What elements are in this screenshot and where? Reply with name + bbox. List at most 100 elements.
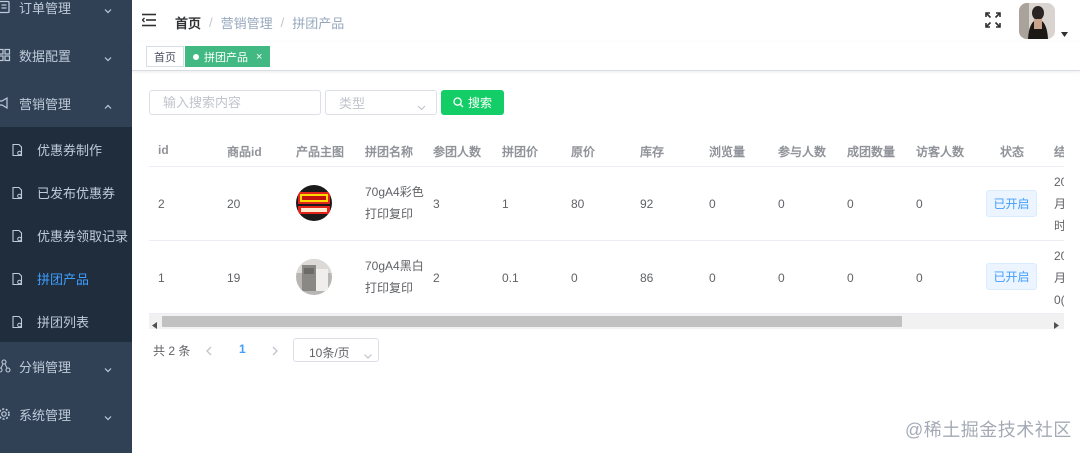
cell-end-time-line2: 月: [1054, 271, 1064, 285]
active-dot-icon: [193, 53, 199, 60]
table-row: 2 20 70gA4彩色 打印复印 3 1 80 92 0 0 0 0 已开启 …: [149, 167, 1064, 241]
chevron-down-icon: [364, 348, 372, 359]
cell-visitors: 0: [916, 271, 923, 285]
type-select[interactable]: 类型: [325, 90, 437, 115]
breadcrumb: 首页 / 营销管理 / 拼团产品: [175, 13, 344, 32]
table-row: 1 19 70gA4黑白 打印复印 2 0.1 0 86 0 0 0 0 已开启…: [149, 241, 1064, 314]
chevron-down-icon: [104, 410, 112, 421]
product-table: id 商品id 产品主图 拼团名称 参团人数 拼团价 原价 库存 浏览量 参与人…: [149, 131, 1064, 329]
sidebar-item-coupon-published[interactable]: 已发布优惠券: [0, 171, 132, 214]
cell-end-time-line1: 20: [1054, 175, 1064, 189]
sidebar-item-coupon-records[interactable]: 优惠券领取记录: [0, 214, 132, 257]
search-button-label: 搜索: [467, 96, 492, 110]
sidebar-item-label: 拼团列表: [37, 315, 90, 330]
close-icon[interactable]: ×: [256, 51, 262, 63]
chevron-down-icon: [104, 362, 112, 373]
caret-down-icon[interactable]: [1061, 26, 1068, 37]
sidebar-item-label: 营销管理: [19, 96, 72, 112]
sidebar-item-marketing[interactable]: 营销管理: [0, 79, 132, 127]
tag-label: 首页: [154, 51, 176, 64]
sidebar-item-data-config[interactable]: 数据配置: [0, 31, 132, 79]
sidebar-item-label: 优惠券制作: [37, 143, 103, 158]
breadcrumb-current: 拼团产品: [292, 16, 345, 31]
chevron-down-icon: [417, 100, 426, 111]
breadcrumb-separator: /: [280, 15, 285, 30]
column-header-groups-formed[interactable]: 成团数量: [847, 143, 895, 160]
sidebar-item-coupon-create[interactable]: 优惠券制作: [0, 128, 132, 171]
column-header-product-id[interactable]: 商品id: [227, 143, 262, 160]
column-header-end[interactable]: 结: [1054, 143, 1064, 160]
chevron-left-icon[interactable]: [205, 345, 213, 356]
column-header-participants[interactable]: 参与人数: [778, 143, 826, 160]
scroll-right-icon[interactable]: [1053, 318, 1059, 329]
type-select-placeholder: 类型: [339, 96, 366, 111]
page-size-select[interactable]: 10条/页: [293, 338, 379, 362]
column-header-group-name[interactable]: 拼团名称: [365, 143, 413, 160]
marketing-icon: [0, 96, 11, 110]
table-header: id 商品id 产品主图 拼团名称 参团人数 拼团价 原价 库存 浏览量 参与人…: [149, 131, 1064, 167]
sidebar-item-label: 数据配置: [19, 48, 72, 64]
breadcrumb-separator: /: [209, 15, 213, 30]
cell-views: 0: [709, 197, 716, 211]
cell-id: 2: [158, 197, 165, 211]
watermark: @稀土掘金技术社区: [905, 420, 1072, 440]
data-config-icon: [0, 48, 11, 62]
sidebar-item-distribution[interactable]: 分销管理: [0, 342, 132, 390]
search-button[interactable]: 搜索: [441, 90, 504, 115]
fullscreen-icon[interactable]: [985, 12, 1001, 28]
cell-participants: 0: [778, 271, 785, 285]
sidebar-item-label: 优惠券领取记录: [37, 229, 129, 244]
tag-group-products[interactable]: 拼团产品 ×: [185, 46, 271, 67]
sidebar-item-system[interactable]: 系统管理: [0, 390, 132, 438]
column-header-status[interactable]: 状态: [1000, 143, 1024, 160]
column-header-group-price[interactable]: 拼团价: [502, 143, 538, 160]
pagination-total: 共 2 条: [153, 344, 191, 358]
cell-views: 0: [709, 271, 716, 285]
status-badge: 已开启: [986, 263, 1037, 290]
cell-group-size: 3: [433, 197, 440, 211]
column-header-stock[interactable]: 库存: [640, 143, 664, 160]
column-header-views[interactable]: 浏览量: [709, 143, 745, 160]
hamburger-icon[interactable]: [141, 13, 158, 27]
column-header-visitors[interactable]: 访客人数: [916, 143, 964, 160]
sidebar-item-label: 系统管理: [19, 407, 72, 423]
document-icon: [10, 315, 24, 329]
horizontal-scrollbar[interactable]: [149, 314, 1064, 329]
cell-group-name: 70gA4彩色 打印复印: [365, 181, 424, 225]
cell-end-time-line1: 20: [1054, 249, 1064, 263]
cell-group-price: 0.1: [502, 271, 519, 285]
gear-icon: [0, 407, 11, 421]
sidebar-item-label: 已发布优惠券: [37, 186, 116, 201]
cell-group-price: 1: [502, 197, 509, 211]
search-input[interactable]: [149, 90, 321, 115]
cell-original-price: 0: [571, 271, 578, 285]
cell-visitors: 0: [916, 197, 923, 211]
cell-product-id: 19: [227, 271, 241, 285]
sidebar-item-label: 订单管理: [19, 0, 72, 16]
avatar[interactable]: [1019, 3, 1055, 39]
cell-original-price: 80: [571, 197, 585, 211]
marketing-submenu: 优惠券制作 已发布优惠券 优惠券领取记录 拼团产品 拼团列表: [0, 127, 132, 342]
document-icon: [10, 143, 24, 157]
chevron-down-icon: [104, 3, 112, 14]
column-header-group-size[interactable]: 参团人数: [433, 143, 481, 160]
column-header-original-price[interactable]: 原价: [571, 143, 595, 160]
cell-group-name-line1: 70gA4黑白: [365, 259, 424, 273]
chevron-up-icon: [104, 99, 112, 109]
product-image[interactable]: [296, 259, 332, 295]
chevron-right-icon[interactable]: [271, 345, 279, 356]
breadcrumb-home[interactable]: 首页: [175, 13, 201, 32]
pagination-page-1[interactable]: 1: [239, 342, 246, 356]
column-header-main-image[interactable]: 产品主图: [296, 143, 344, 160]
tags-view: 首页 拼团产品 ×: [132, 42, 1080, 71]
scrollbar-thumb[interactable]: [162, 316, 902, 327]
sidebar-item-group-list[interactable]: 拼团列表: [0, 300, 132, 343]
cell-participants: 0: [778, 197, 785, 211]
sidebar-item-orders[interactable]: 订单管理: [0, 0, 132, 31]
tag-home[interactable]: 首页: [146, 46, 184, 67]
sidebar-item-group-products[interactable]: 拼团产品: [0, 257, 132, 300]
column-header-id[interactable]: id: [158, 143, 169, 157]
order-icon: [0, 0, 11, 14]
product-image[interactable]: [296, 185, 332, 221]
scroll-left-icon[interactable]: [152, 318, 158, 329]
